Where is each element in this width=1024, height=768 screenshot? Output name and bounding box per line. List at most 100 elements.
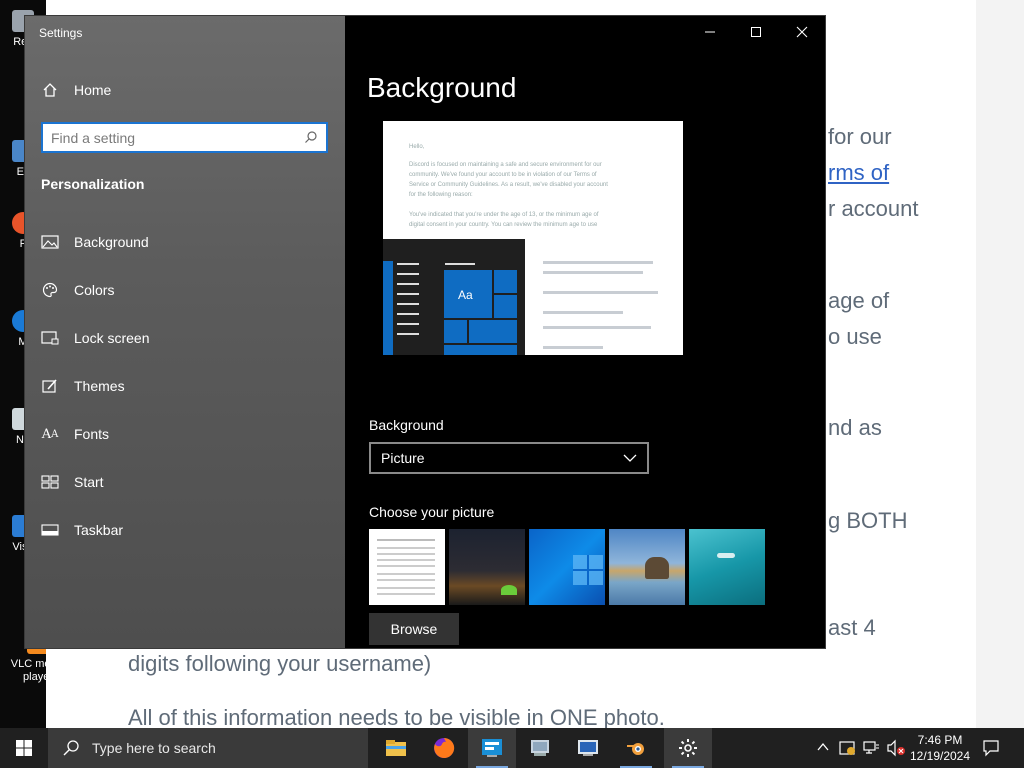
notifications-icon[interactable]: [982, 739, 1000, 762]
nav-taskbar[interactable]: Taskbar: [25, 510, 345, 550]
app-icon-2: [531, 740, 549, 756]
home-icon: [41, 81, 59, 99]
search-icon: [63, 740, 79, 756]
palette-icon: [41, 281, 59, 299]
preview-tile: [443, 319, 468, 344]
settings-window: Settings Home Personalization Background: [25, 16, 825, 648]
taskbar-firefox[interactable]: [420, 728, 468, 768]
nav-home-label: Home: [74, 82, 112, 98]
taskbar-blender[interactable]: [612, 728, 660, 768]
minimize-button[interactable]: [687, 16, 733, 48]
fonts-icon: AA: [41, 426, 59, 442]
nav-themes-label: Themes: [74, 378, 125, 394]
preview-tile: [443, 344, 518, 355]
nav-background-label: Background: [74, 234, 149, 250]
doc-line: All of this information needs to be visi…: [128, 705, 665, 728]
background-type-select[interactable]: Picture: [369, 442, 649, 474]
doc-line: o use: [828, 324, 882, 349]
taskbar-search-box[interactable]: Type here to search: [48, 728, 368, 768]
nav-background[interactable]: Background: [25, 222, 345, 262]
preview-doc-line: Discord is focused on maintaining a safe…: [409, 162, 602, 168]
taskbar-app-1[interactable]: [468, 728, 516, 768]
preview-tile: [493, 294, 518, 319]
nav-lock-screen[interactable]: Lock screen: [25, 318, 345, 358]
close-button[interactable]: [779, 16, 825, 48]
thumb-windows-logo: [573, 555, 603, 585]
nav-colors[interactable]: Colors: [25, 270, 345, 310]
preview-start-rail: [383, 261, 393, 355]
firefox-icon: [434, 737, 455, 758]
taskbar-search-placeholder: Type here to search: [92, 740, 216, 756]
taskbar-clock[interactable]: 7:46 PM 12/19/2024: [906, 732, 974, 764]
picture-thumbnail-underwater[interactable]: [689, 529, 765, 605]
security-shield-icon[interactable]: [838, 739, 856, 762]
clock-time: 7:46 PM: [917, 733, 963, 747]
start-grid-icon: [41, 473, 59, 491]
app-icon-3: [578, 740, 598, 756]
close-icon: [796, 26, 808, 38]
preview-tile: [468, 319, 518, 344]
taskbar-icon: [41, 521, 59, 539]
preview-doc-bar: [543, 291, 658, 294]
taskbar-settings[interactable]: [664, 728, 712, 768]
preview-tile-main: Aa: [443, 269, 493, 319]
nav-themes[interactable]: Themes: [25, 366, 345, 406]
nav-colors-label: Colors: [74, 282, 115, 298]
browse-button[interactable]: Browse: [369, 613, 459, 645]
file-explorer-icon: [386, 740, 406, 756]
background-preview: Hello, Discord is focused on maintaining…: [383, 121, 683, 355]
picture-thumbnail-night-sky[interactable]: [449, 529, 525, 605]
settings-sidebar: Settings Home Personalization Background: [25, 16, 345, 648]
picture-thumbnail-document[interactable]: [369, 529, 445, 605]
thumb-swimmer: [717, 553, 735, 558]
nav-home[interactable]: Home: [25, 70, 345, 110]
taskbar-app-3[interactable]: [564, 728, 612, 768]
clock-date: 12/19/2024: [909, 749, 971, 763]
preview-start-menu: Aa: [383, 239, 525, 355]
choose-picture-label: Choose your picture: [369, 504, 495, 520]
nav-lock-screen-label: Lock screen: [74, 330, 150, 346]
doc-line: digits following your username): [128, 651, 432, 676]
chevron-down-icon: [623, 454, 637, 462]
preview-start-list: [397, 263, 419, 265]
picture-thumbnail-beach[interactable]: [609, 529, 685, 605]
search-input[interactable]: [51, 129, 301, 146]
search-icon[interactable]: [304, 130, 318, 149]
start-button[interactable]: [0, 728, 48, 768]
preview-doc-bar: [543, 311, 623, 314]
chevron-up-icon[interactable]: [816, 740, 830, 759]
doc-link[interactable]: rms of: [828, 160, 889, 186]
themes-icon: [41, 377, 59, 395]
taskbar-file-explorer[interactable]: [372, 728, 420, 768]
doc-line: r account: [828, 196, 919, 221]
nav-fonts-label: Fonts: [74, 426, 110, 442]
window-title: Settings: [39, 26, 83, 40]
preview-doc-line: community. We've found your account to b…: [409, 172, 597, 178]
picture-thumbnail-windows-blue[interactable]: [529, 529, 605, 605]
maximize-button[interactable]: [733, 16, 779, 48]
preview-doc-line: Service or Community Guidelines. As a re…: [409, 182, 608, 188]
taskbar: Type here to search 7:46 PM 12/19/2024: [0, 728, 1024, 768]
section-heading: Personalization: [41, 176, 145, 192]
doc-line: nd as: [828, 415, 882, 440]
network-icon[interactable]: [862, 739, 880, 762]
preview-doc-bar: [543, 346, 603, 349]
preview-doc-bar: [543, 326, 651, 329]
doc-line: g BOTH: [828, 508, 908, 533]
preview-doc-bar: [543, 261, 653, 264]
lock-screen-icon: [41, 329, 59, 347]
settings-content: Background Hello, Discord is focused on …: [345, 16, 825, 648]
preview-doc-line: for the following reason:: [409, 192, 473, 198]
maximize-icon: [751, 27, 761, 37]
nav-fonts[interactable]: AA Fonts: [25, 414, 345, 454]
windows-logo-icon: [16, 740, 32, 756]
taskbar-app-2[interactable]: [516, 728, 564, 768]
settings-gear-icon: [679, 739, 697, 757]
find-setting-search[interactable]: [41, 122, 328, 153]
preview-tile: [493, 269, 518, 294]
nav-start[interactable]: Start: [25, 462, 345, 502]
doc-line: for our: [828, 124, 892, 149]
background-label: Background: [369, 417, 444, 433]
page-title: Background: [367, 72, 517, 103]
volume-muted-icon[interactable]: [886, 739, 906, 762]
